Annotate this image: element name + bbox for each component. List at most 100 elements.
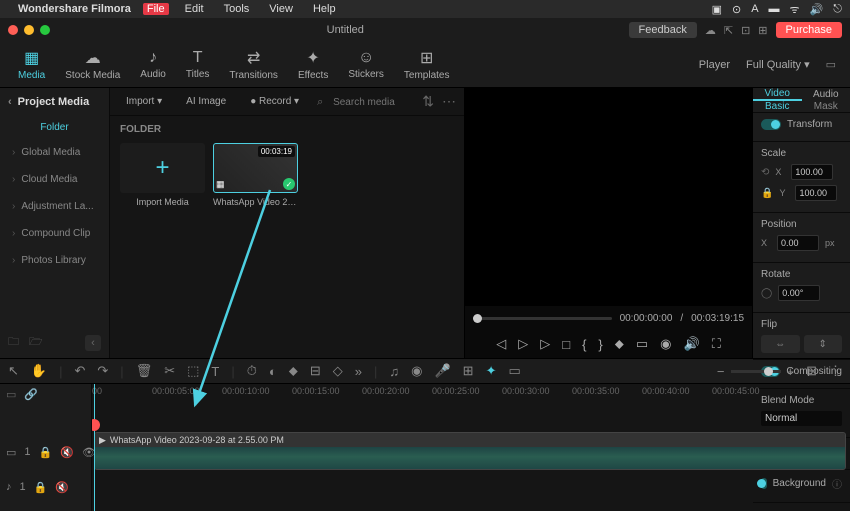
filter-icon[interactable]: ⇅ [422, 93, 434, 110]
playhead[interactable] [94, 384, 95, 511]
status-a-icon[interactable]: A [751, 3, 758, 15]
tab-stickers[interactable]: ☺Stickers [340, 45, 392, 84]
hand-tool-icon[interactable]: ✋ [31, 363, 47, 379]
zoom-out-button[interactable]: − [717, 364, 725, 379]
mute-audio-icon[interactable]: 🔇 [55, 481, 69, 494]
mute-track-icon[interactable]: 🔇 [60, 446, 74, 459]
noise-button[interactable]: ◉ [411, 363, 422, 379]
text-button[interactable]: T [211, 364, 219, 379]
volume-button[interactable]: 🔊 [684, 336, 700, 352]
link-icon[interactable]: ⟲ [761, 167, 769, 178]
canvas-settings-icon[interactable]: ▭ [826, 58, 836, 71]
fullscreen-button[interactable]: ⛶ [712, 336, 721, 352]
marker-tool-button[interactable]: ◇ [333, 363, 343, 379]
prop-subtab-mask[interactable]: Mask [802, 101, 850, 112]
minimize-window-button[interactable] [24, 25, 34, 35]
search-input[interactable] [315, 97, 414, 108]
undo-button[interactable]: ↶ [74, 363, 85, 379]
timeline-settings-button[interactable]: ⋮ [829, 363, 842, 379]
adjust-button[interactable]: ⊞ [463, 363, 474, 379]
video-clip-card[interactable]: 00:03:19 ▦ ✓ WhatsApp Video 202... [213, 143, 298, 207]
color-button[interactable]: ◐ [269, 364, 277, 379]
export-icon[interactable]: ⇱ [724, 24, 733, 37]
sidebar-global-media[interactable]: Global Media [0, 139, 109, 166]
pointer-tool-icon[interactable]: ↖ [8, 363, 19, 379]
seek-knob[interactable] [473, 314, 482, 323]
feedback-button[interactable]: Feedback [629, 22, 697, 38]
timeline-tracks[interactable]: 00 00:00:05:00 00:00:10:00 00:00:15:00 0… [92, 384, 850, 511]
lock-audio-icon[interactable]: 🔒 [34, 481, 48, 494]
close-window-button[interactable] [8, 25, 18, 35]
status-battery-icon[interactable]: ▬ [769, 3, 780, 15]
import-button[interactable]: Import ▾ [118, 93, 170, 110]
keyframe-button[interactable]: ⬥ [289, 363, 298, 379]
maximize-window-button[interactable] [40, 25, 50, 35]
display-button[interactable]: ▭ [636, 336, 648, 352]
record-button[interactable]: ● Record ▾ [242, 93, 307, 110]
mark-out-button[interactable]: } [598, 337, 602, 352]
status-wifi-icon[interactable]: ᯤ [790, 2, 800, 17]
ai-image-button[interactable]: AI Image [178, 93, 234, 110]
scale-y-input[interactable] [795, 185, 837, 201]
collapse-sidebar-button[interactable]: ‹ [85, 335, 101, 351]
prop-subtab-basic[interactable]: Basic [753, 101, 802, 112]
zoom-in-button[interactable]: + [787, 364, 795, 379]
lock-track-icon[interactable]: 🔒 [39, 446, 53, 459]
redo-button[interactable]: ↷ [97, 363, 108, 379]
delete-button[interactable]: 🗑 [136, 363, 153, 379]
menu-tools[interactable]: Tools [220, 3, 254, 15]
link-track-icon[interactable]: 🔗 [24, 388, 38, 401]
seek-bar[interactable] [473, 317, 612, 320]
more-icon[interactable]: ⋯ [442, 93, 456, 110]
tab-transitions[interactable]: ⇄Transitions [221, 44, 286, 85]
lock-icon[interactable]: 🔒 [761, 188, 773, 199]
sidebar-photos-library[interactable]: Photos Library [0, 247, 109, 274]
import-media-card[interactable]: + Import Media [120, 143, 205, 207]
menu-help[interactable]: Help [309, 3, 340, 15]
sidebar-compound-clip[interactable]: Compound Clip [0, 220, 109, 247]
tab-templates[interactable]: ⊞Templates [396, 44, 458, 85]
grid-icon[interactable]: ⊞ [758, 24, 767, 37]
tab-effects[interactable]: ✦Effects [290, 44, 336, 85]
sidebar-adjustment-layer[interactable]: Adjustment La... [0, 193, 109, 220]
speed-button[interactable]: ⏱ [247, 363, 257, 379]
flip-vertical-button[interactable]: ⇕ [804, 335, 843, 353]
video-track[interactable]: ▶WhatsApp Video 2023-09-28 at 2.55.00 PM [92, 432, 850, 472]
rotate-input[interactable] [778, 285, 820, 301]
snapshot-button[interactable]: ◉ [660, 336, 671, 352]
preview-canvas[interactable] [465, 88, 752, 306]
menu-edit[interactable]: Edit [181, 3, 208, 15]
marker-button[interactable]: ⬥ [615, 336, 624, 352]
tab-titles[interactable]: TTitles [178, 45, 218, 84]
status-app-icon[interactable]: ▣ [712, 3, 722, 16]
folder-icon[interactable]: 🗁 [29, 333, 43, 352]
sidebar-header[interactable]: Project Media [0, 88, 109, 116]
share-icon[interactable]: ⊡ [741, 24, 750, 37]
toggle-track-icon[interactable]: ▭ [6, 388, 16, 401]
quality-select[interactable]: Full Quality ▾ [746, 58, 810, 71]
cut-button[interactable]: ✂ [164, 363, 175, 379]
sidebar-cloud-media[interactable]: Cloud Media [0, 166, 109, 193]
sidebar-folder[interactable]: Folder [0, 116, 109, 139]
status-play-icon[interactable]: ⊙ [732, 3, 741, 16]
tab-media[interactable]: ▦Media [10, 44, 53, 85]
play-button[interactable]: ▷ [518, 336, 528, 352]
crop-button[interactable]: ⬚ [187, 363, 199, 379]
next-frame-button[interactable]: ▷ [540, 336, 550, 352]
pos-x-input[interactable] [777, 235, 819, 251]
mark-in-button[interactable]: { [582, 337, 586, 352]
menu-view[interactable]: View [265, 3, 297, 15]
status-sound-icon[interactable]: 🔊 [810, 3, 824, 16]
stop-button[interactable]: □ [562, 337, 570, 352]
prop-tab-video[interactable]: Video [753, 88, 802, 101]
menu-file[interactable]: File [143, 3, 169, 15]
render-button[interactable]: ▭ [508, 363, 520, 379]
zoom-knob[interactable] [764, 367, 773, 376]
status-control-icon[interactable]: ⎋ [833, 3, 842, 16]
tab-audio[interactable]: ♪Audio [132, 45, 174, 84]
audio-track-header[interactable]: ♪ 1 🔒 🔇 [0, 472, 91, 502]
rotate-dial-icon[interactable]: ◯ [761, 288, 772, 299]
video-track-header[interactable]: ▭ 1 🔒 🔇 👁 [0, 432, 91, 472]
scale-x-input[interactable] [791, 164, 833, 180]
detach-button[interactable]: ⊟ [310, 363, 321, 379]
